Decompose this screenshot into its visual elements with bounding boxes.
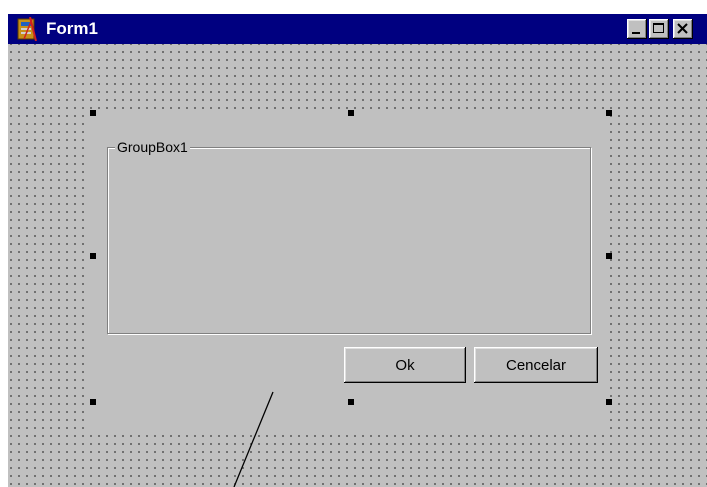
selection-handle-top-center[interactable] xyxy=(348,110,354,116)
close-icon xyxy=(677,23,688,34)
selection-handle-top-left[interactable] xyxy=(90,110,96,116)
window-title: Form1 xyxy=(46,19,98,38)
title-bar[interactable]: Form1 xyxy=(8,14,707,44)
minimize-button[interactable] xyxy=(627,19,647,39)
minimize-icon xyxy=(632,32,640,34)
selection-handle-middle-left[interactable] xyxy=(90,253,96,259)
groupbox-caption: GroupBox1 xyxy=(115,138,190,156)
selection-handle-bottom-left[interactable] xyxy=(90,399,96,405)
form-design-surface[interactable]: GroupBox1 Ok Cencelar xyxy=(8,44,707,487)
selection-handle-bottom-right[interactable] xyxy=(606,399,612,405)
ok-button[interactable]: Ok xyxy=(344,347,466,383)
maximize-button[interactable] xyxy=(649,19,669,39)
groupbox[interactable]: GroupBox1 xyxy=(107,138,591,334)
close-button[interactable] xyxy=(673,19,693,39)
form-window: Form1 GroupBox1 Ok Cencelar xyxy=(8,14,707,487)
selected-panel[interactable]: GroupBox1 Ok Cencelar xyxy=(86,113,609,433)
selection-handle-middle-right[interactable] xyxy=(606,253,612,259)
selection-handle-bottom-center[interactable] xyxy=(348,399,354,405)
delphi-form-icon xyxy=(16,16,38,42)
maximize-icon xyxy=(653,23,664,33)
cancel-button[interactable]: Cencelar xyxy=(474,347,598,383)
selection-handle-top-right[interactable] xyxy=(606,110,612,116)
